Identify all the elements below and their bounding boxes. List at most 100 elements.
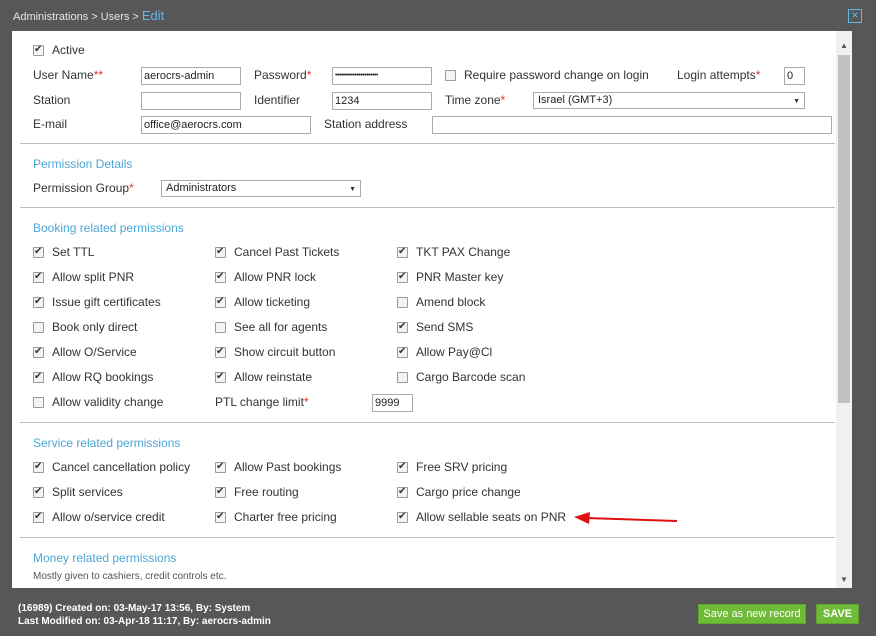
free-routing-label: Free routing [234, 485, 299, 499]
dialog-titlebar: Administrations > Users > Edit × [0, 0, 876, 30]
permission-group-label: Permission Group* [33, 181, 134, 195]
identifier-input[interactable]: 1234 [332, 92, 432, 110]
cancel-past-tickets-label: Cancel Past Tickets [234, 245, 340, 259]
allow-o-service-credit-checkbox[interactable] [33, 510, 44, 524]
issue-gift-certificates-label: Issue gift certificates [52, 295, 161, 309]
allow-reinstate-checkbox[interactable] [215, 370, 226, 384]
red-arrow-annotation [574, 512, 678, 524]
section-divider [20, 143, 835, 144]
tkt-pax-change-checkbox[interactable] [397, 245, 408, 259]
pnr-master-key-label: PNR Master key [416, 270, 504, 284]
password-label: Password* [254, 68, 312, 82]
booking-permissions-title: Booking related permissions [33, 221, 184, 235]
cargo-barcode-scan-checkbox[interactable] [397, 372, 408, 383]
allow-rq-bookings-checkbox[interactable] [33, 370, 44, 384]
free-srv-pricing-checkbox[interactable] [397, 460, 408, 474]
send-sms-label: Send SMS [416, 320, 474, 334]
scroll-thumb[interactable] [838, 55, 850, 403]
allow-o-service-credit-label: Allow o/service credit [52, 510, 165, 524]
send-sms-checkbox[interactable] [397, 320, 408, 334]
ptl-change-limit-input[interactable]: 9999 [372, 394, 413, 412]
timezone-select[interactable]: Israel (GMT+3) ▼ [533, 92, 805, 109]
section-divider [20, 537, 835, 538]
save-button[interactable]: SAVE [816, 604, 859, 624]
station-input[interactable] [141, 92, 241, 110]
active-checkbox[interactable] [33, 43, 44, 57]
cargo-price-change-checkbox[interactable] [397, 485, 408, 499]
show-circuit-button-checkbox[interactable] [215, 345, 226, 359]
breadcrumb: Administrations > Users > Edit [13, 9, 164, 24]
book-only-direct-label: Book only direct [52, 320, 138, 334]
allow-o-service-checkbox[interactable] [33, 345, 44, 359]
allow-ticketing-checkbox[interactable] [215, 295, 226, 309]
show-circuit-button-label: Show circuit button [234, 345, 336, 359]
identifier-label: Identifier [254, 93, 301, 107]
set-ttl-label: Set TTL [52, 245, 95, 259]
require-password-change-label: Require password change on login [464, 68, 649, 82]
allow-reinstate-label: Allow reinstate [234, 370, 313, 384]
money-permissions-note: Mostly given to cashiers, credit control… [33, 571, 227, 582]
close-icon[interactable]: × [848, 9, 862, 23]
money-permissions-title: Money related permissions [33, 551, 177, 565]
save-as-new-record-button[interactable]: Save as new record [698, 604, 806, 624]
book-only-direct-checkbox[interactable] [33, 322, 44, 333]
permission-group-select[interactable]: Administrators ▼ [161, 180, 361, 197]
modified-info: Last Modified on: 03-Apr-18 11:17, By: a… [18, 616, 271, 627]
scroll-down-icon[interactable]: ▼ [836, 573, 852, 587]
timezone-value: Israel (GMT+3) [538, 94, 613, 106]
station-label: Station [33, 93, 71, 107]
require-password-change-checkbox[interactable] [445, 70, 456, 81]
allow-split-pnr-checkbox[interactable] [33, 270, 44, 284]
station-address-input[interactable] [432, 116, 832, 134]
allow-past-bookings-label: Allow Past bookings [234, 460, 342, 474]
tkt-pax-change-label: TKT PAX Change [416, 245, 511, 259]
ptl-change-limit-label: PTL change limit* [215, 395, 309, 409]
allow-split-pnr-label: Allow split PNR [52, 270, 135, 284]
allow-pay-cl-label: Allow Pay@Cl [416, 345, 493, 359]
email-label: E-mail [33, 117, 68, 131]
scrollbar[interactable]: ▲ ▼ [836, 31, 852, 588]
login-attempts-label: Login attempts* [677, 68, 761, 82]
allow-past-bookings-checkbox[interactable] [215, 460, 226, 474]
scroll-up-icon[interactable]: ▲ [836, 39, 852, 53]
amend-block-label: Amend block [416, 295, 486, 309]
breadcrumb-current: Edit [141, 8, 165, 23]
permission-details-title: Permission Details [33, 157, 133, 171]
edit-user-form: Active User Name** aerocrs-admin Passwor… [12, 31, 852, 588]
breadcrumb-users[interactable]: Users [101, 11, 130, 23]
section-divider [20, 422, 835, 423]
free-routing-checkbox[interactable] [215, 485, 226, 499]
cancel-cancellation-policy-label: Cancel cancellation policy [52, 460, 191, 474]
charter-free-pricing-checkbox[interactable] [215, 510, 226, 524]
allow-rq-bookings-label: Allow RQ bookings [52, 370, 154, 384]
cancel-past-tickets-checkbox[interactable] [215, 245, 226, 259]
login-attempts-input[interactable]: 0 [784, 67, 805, 85]
active-label: Active [52, 43, 85, 57]
username-label: User Name** [33, 68, 104, 82]
username-input[interactable]: aerocrs-admin [141, 67, 241, 85]
cancel-cancellation-policy-checkbox[interactable] [33, 460, 44, 474]
email-input[interactable]: office@aerocrs.com [141, 116, 311, 134]
breadcrumb-administrations[interactable]: Administrations [13, 11, 88, 23]
password-input[interactable]: •••••••••••••••••••••• [332, 67, 432, 85]
see-all-for-agents-checkbox[interactable] [215, 322, 226, 333]
cargo-price-change-label: Cargo price change [416, 485, 521, 499]
breadcrumb-separator: > [91, 11, 98, 23]
allow-validity-change-checkbox[interactable] [33, 397, 44, 408]
allow-sellable-seats-on-pnr-label: Allow sellable seats on PNR [416, 510, 567, 524]
split-services-label: Split services [52, 485, 123, 499]
station-address-label: Station address [324, 117, 408, 131]
allow-pay-cl-checkbox[interactable] [397, 345, 408, 359]
allow-pnr-lock-checkbox[interactable] [215, 270, 226, 284]
allow-sellable-seats-on-pnr-checkbox[interactable] [397, 510, 408, 524]
pnr-master-key-checkbox[interactable] [397, 270, 408, 284]
service-permissions-title: Service related permissions [33, 436, 181, 450]
breadcrumb-separator: > [132, 11, 139, 23]
split-services-checkbox[interactable] [33, 485, 44, 499]
amend-block-checkbox[interactable] [397, 297, 408, 308]
see-all-for-agents-label: See all for agents [234, 320, 328, 334]
permission-group-value: Administrators [166, 182, 237, 194]
set-ttl-checkbox[interactable] [33, 245, 44, 259]
issue-gift-certificates-checkbox[interactable] [33, 295, 44, 309]
allow-o-service-label: Allow O/Service [52, 345, 137, 359]
